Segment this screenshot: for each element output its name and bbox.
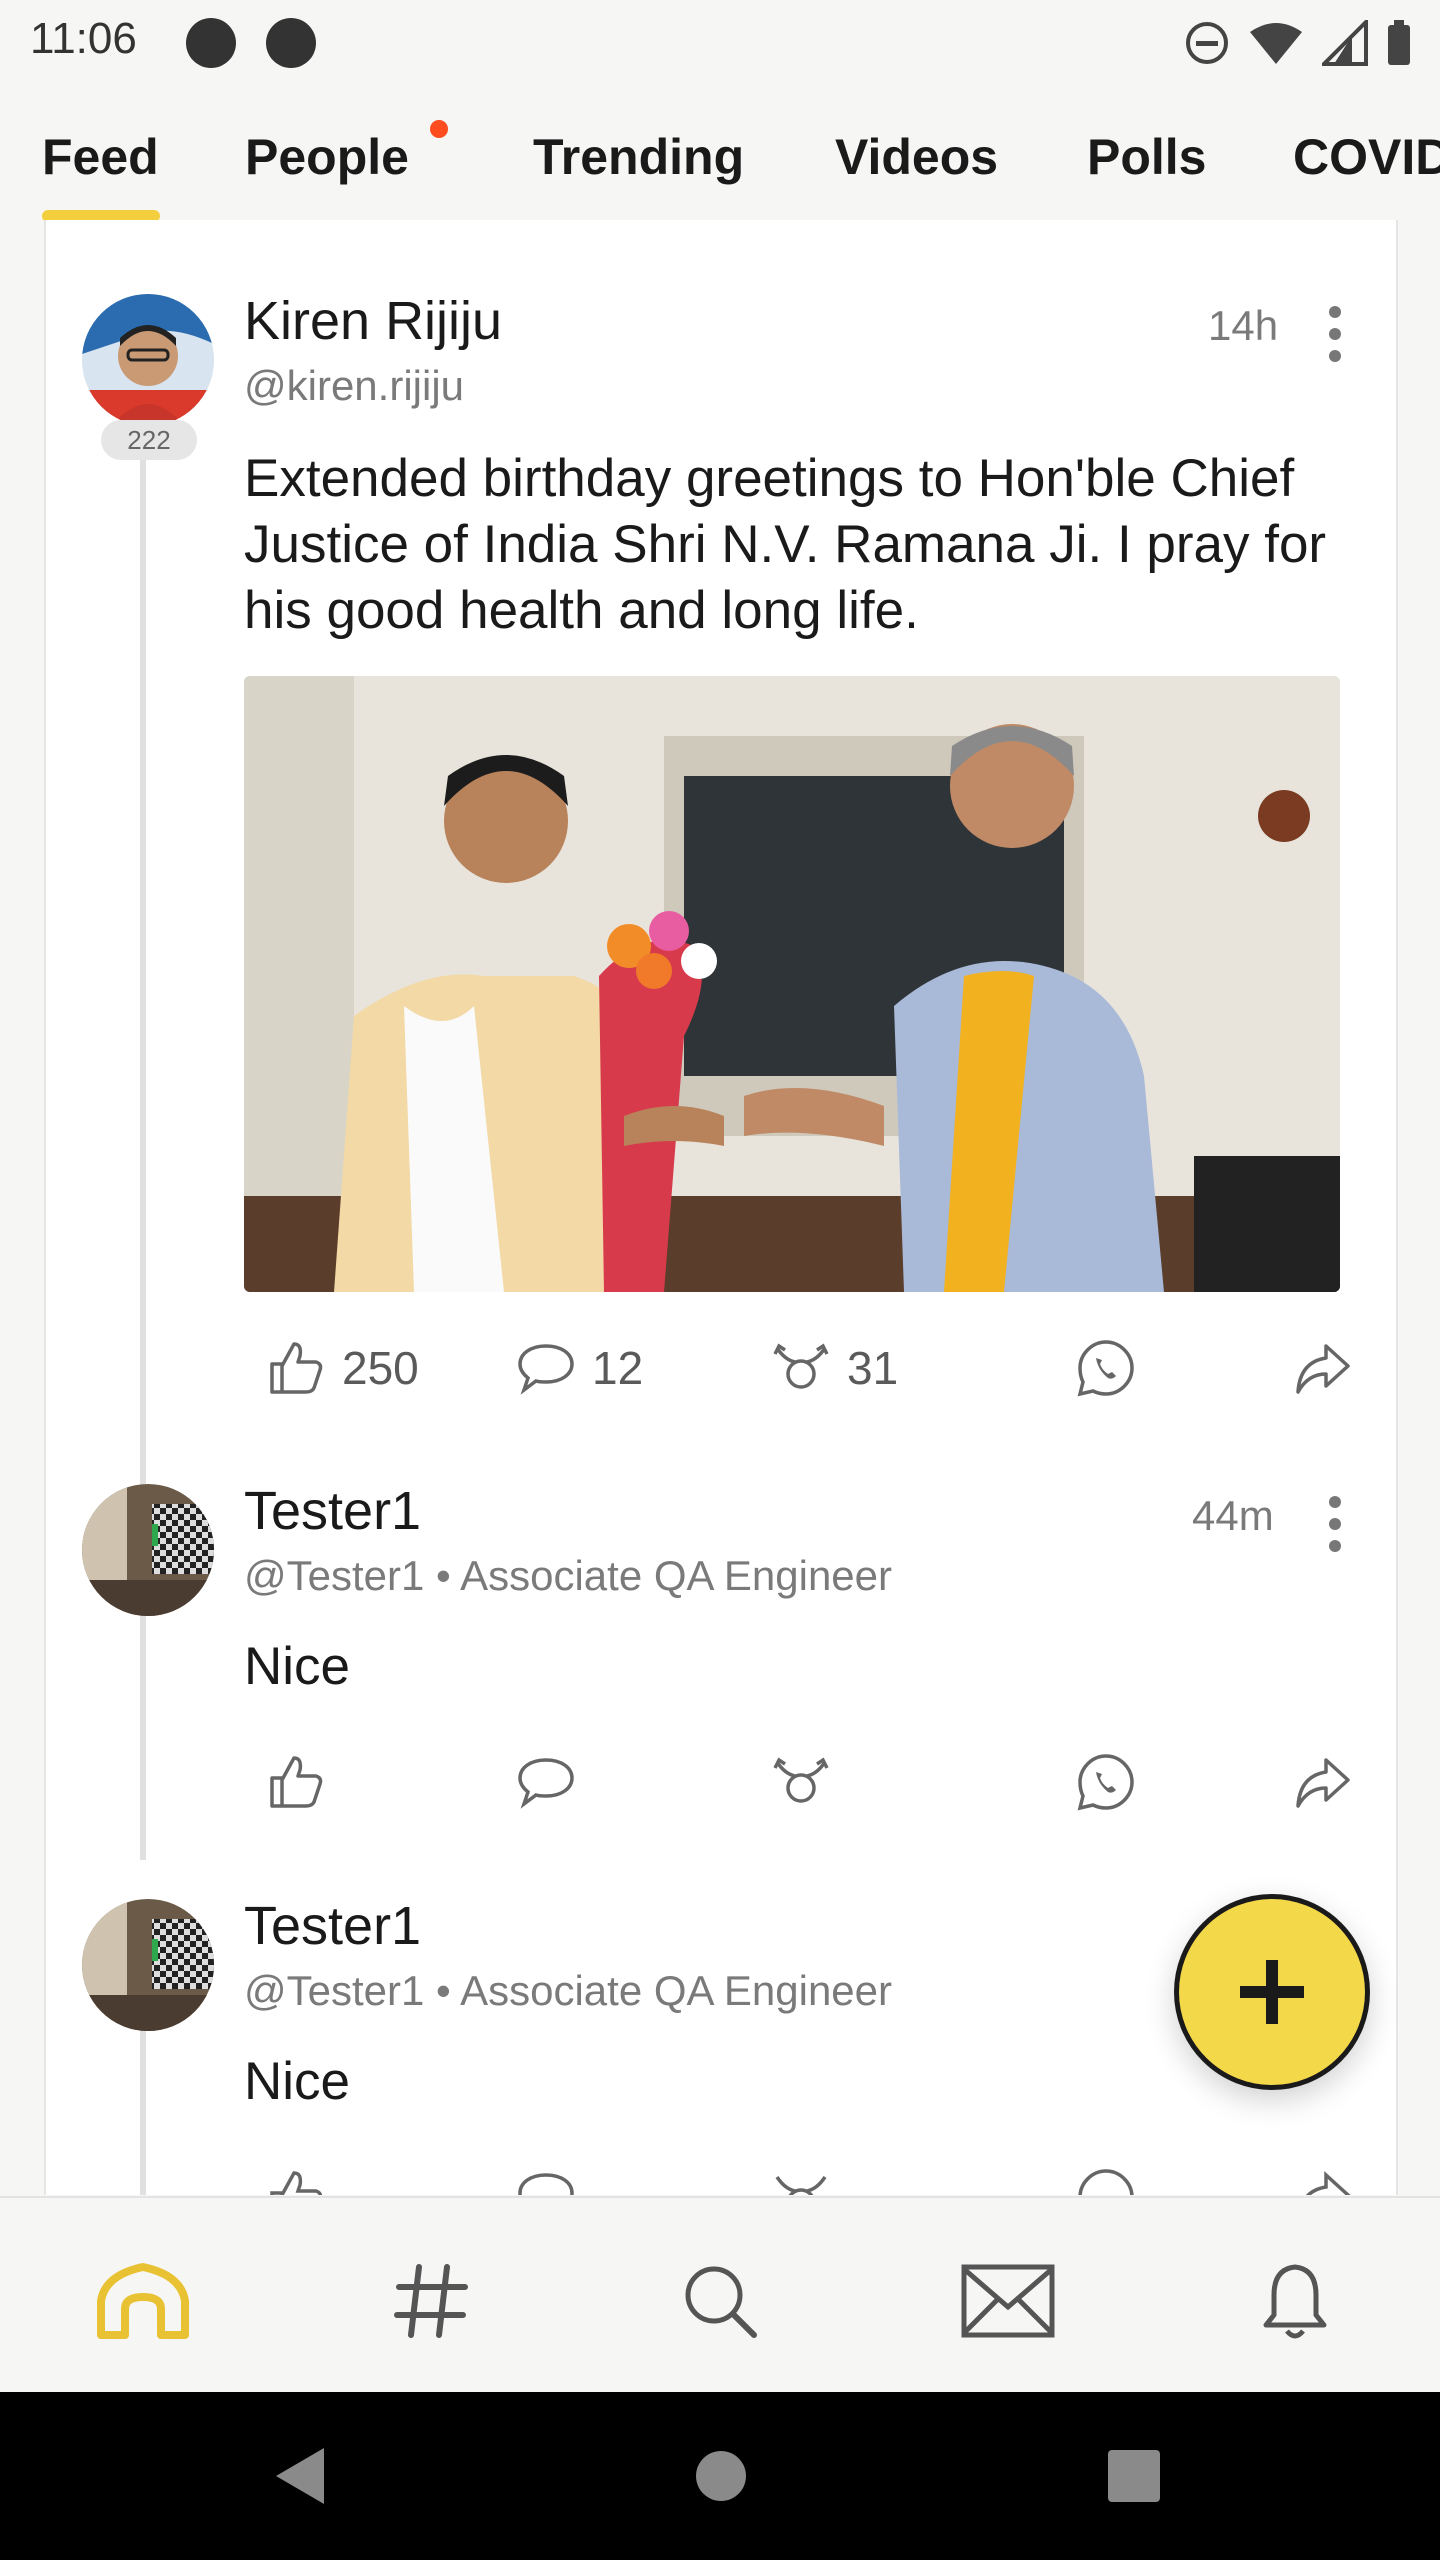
post-time: 44m [1192,1492,1274,1539]
avatar-room-image [82,1899,214,2031]
avatar-room-image [82,1484,214,1616]
author-name[interactable]: Kiren Rijiju [244,290,502,352]
tab-people[interactable]: People [245,128,409,186]
share-button[interactable] [1290,1336,1354,1400]
whatsapp-button[interactable] [1074,2165,1138,2195]
dnd-icon [1186,22,1228,64]
like-icon [270,2171,323,2195]
bottom-navigation [0,2196,1440,2394]
comment-count: 12 [592,1342,644,1394]
avatar[interactable] [82,1484,214,1616]
sync-app-icon [186,18,236,68]
post-actions [244,2165,1364,2195]
like-icon [270,1756,323,1808]
like-icon [270,1342,323,1394]
comment-icon [518,1344,574,1395]
like-button[interactable] [264,1750,328,1814]
share-button[interactable] [1290,1750,1354,1814]
system-navigation-bar [0,2392,1440,2560]
tab-polls[interactable]: Polls [1087,128,1206,186]
author-name[interactable]: Tester1 [244,1480,421,1542]
recents-icon[interactable] [1108,2450,1160,2502]
app-notification-icon [266,18,316,68]
whatsapp-icon [1077,1754,1134,1811]
tab-videos[interactable]: Videos [835,128,998,186]
comment-button[interactable] [514,2165,578,2195]
more-options-icon[interactable] [1329,306,1341,372]
repost-icon [773,1343,829,1389]
whatsapp-button[interactable] [1074,1336,1138,1400]
feed-list[interactable]: 222 Kiren Rijiju @kiren.rijiju 14h Exten… [44,220,1398,2195]
comment-button[interactable] [514,1750,578,1814]
repost-icon [773,1757,829,1803]
more-options-icon[interactable] [1329,1496,1341,1562]
thread-line [140,420,146,1630]
bell-icon [1263,2264,1327,2339]
status-icons [1184,20,1412,66]
signal-icon [1322,20,1368,66]
share-button[interactable] [1290,2165,1354,2195]
plus-icon [1240,1960,1304,2024]
whatsapp-button[interactable] [1074,1750,1138,1814]
follower-badge: 222 [101,420,197,460]
repost-button[interactable]: 31 [769,1336,898,1400]
back-icon[interactable] [270,2444,330,2508]
post-actions: 250 12 31 [244,1336,1364,1416]
mail-icon [961,2264,1055,2338]
nav-messages[interactable] [958,2256,1058,2346]
post-text: Extended birthday greetings to Hon'ble C… [244,449,1327,640]
post-image[interactable] [244,676,1340,1292]
author-handle[interactable]: @Tester1 • Associate QA Engineer [244,1552,892,1600]
comment-icon [518,2173,574,2195]
whatsapp-icon [1077,1340,1134,1397]
repost-button[interactable] [769,2165,833,2195]
author-handle[interactable]: @Tester1 • Associate QA Engineer [244,1967,892,2015]
nav-notifications[interactable] [1245,2256,1345,2346]
post-text: Nice [244,1637,351,1696]
battery-icon [1388,20,1410,65]
tab-feed[interactable]: Feed [42,128,159,186]
post-actions [244,1750,1364,1830]
status-bar: 11:06 [0,0,1440,84]
share-icon [1296,1758,1350,1808]
wifi-icon [1250,23,1302,64]
home-button-icon[interactable] [695,2450,747,2502]
avatar-portrait-image [82,294,214,426]
home-icon [97,2263,189,2339]
repost-count: 31 [847,1342,899,1394]
hashtag-icon [394,2264,468,2338]
share-icon [1306,2171,1351,2195]
whatsapp-icon [1078,2169,1134,2195]
post-time: 14h [1208,302,1279,349]
avatar[interactable] [82,294,214,426]
comment-icon [518,1758,574,1809]
tab-covid[interactable]: COVID [1293,128,1440,186]
search-icon [685,2266,757,2338]
nav-hashtags[interactable] [381,2256,481,2346]
top-tabs: Feed People Trending Videos Polls COVID [0,110,1440,220]
post-photo-image [244,676,1340,1292]
author-handle[interactable]: @kiren.rijiju [244,362,464,410]
comment-button[interactable]: 12 [514,1336,643,1400]
tab-trending[interactable]: Trending [533,128,744,186]
avatar[interactable] [82,1899,214,2031]
repost-icon [775,2176,827,2195]
share-icon [1296,1344,1350,1394]
nav-home[interactable] [93,2256,193,2346]
nav-search[interactable] [670,2256,770,2346]
repost-button[interactable] [769,1750,833,1814]
like-button[interactable] [264,2165,328,2195]
create-post-button[interactable] [1174,1894,1370,2090]
like-count: 250 [342,1342,419,1394]
like-button[interactable]: 250 [264,1336,419,1400]
status-time: 11:06 [30,14,137,63]
post-text: Nice [244,2052,351,2111]
author-name[interactable]: Tester1 [244,1895,421,1957]
people-notification-dot [430,120,448,138]
